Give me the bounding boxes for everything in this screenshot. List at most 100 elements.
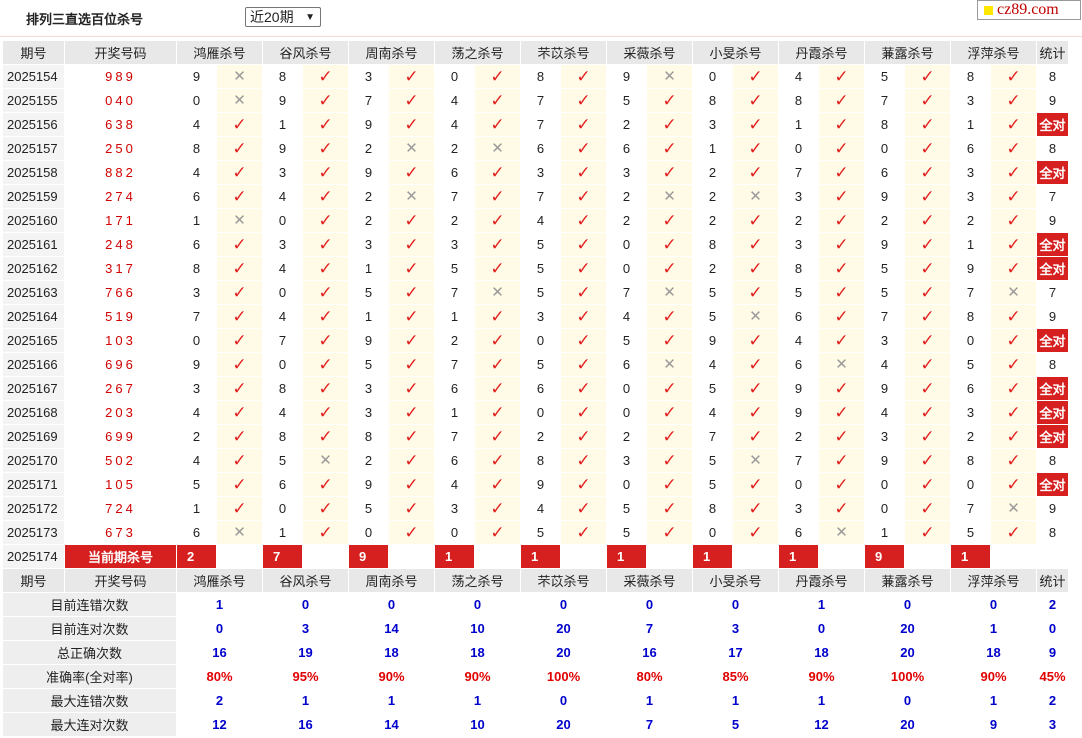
kill-number: 9 (348, 472, 389, 497)
result-mark: ✓ (990, 424, 1037, 449)
issue-number: 2025165 (2, 328, 65, 353)
result-mark: ✓ (474, 112, 521, 137)
result-mark: ✓ (560, 112, 607, 137)
check-icon: ✓ (232, 379, 247, 398)
kill-number: 0 (606, 400, 647, 425)
check-icon: ✓ (748, 115, 763, 134)
col-header-expert[interactable]: 浮萍杀号 (950, 40, 1037, 65)
check-icon: ✓ (748, 331, 763, 350)
summary-value: 0 (950, 592, 1037, 617)
kill-number: 2 (778, 208, 819, 233)
col-header-expert[interactable]: 芣苡杀号 (520, 568, 607, 593)
issue-number: 2025154 (2, 64, 65, 89)
col-header-expert[interactable]: 采薇杀号 (606, 568, 693, 593)
kill-number: 1 (434, 304, 475, 329)
draw-number: 699 (64, 424, 177, 449)
col-header-expert[interactable]: 丹霞杀号 (778, 40, 865, 65)
kill-number: 2 (692, 160, 733, 185)
logo-text: cz89.com (997, 1, 1059, 18)
check-icon: ✓ (662, 91, 677, 110)
check-icon: ✓ (920, 67, 935, 86)
summary-value: 90% (348, 664, 435, 689)
issue-number: 2025170 (2, 448, 65, 473)
draw-number: 696 (64, 352, 177, 377)
check-icon: ✓ (920, 451, 935, 470)
check-icon: ✓ (748, 355, 763, 374)
result-mark: ✓ (904, 184, 951, 209)
result-mark: ✓ (388, 352, 435, 377)
check-icon: ✓ (490, 475, 505, 494)
col-header-expert[interactable]: 蒹露杀号 (864, 568, 951, 593)
kill-number: 2 (348, 448, 389, 473)
kill-number: 0 (348, 520, 389, 545)
kill-number: 0 (950, 328, 991, 353)
col-header-expert[interactable]: 小旻杀号 (692, 40, 779, 65)
check-icon: ✓ (920, 139, 935, 158)
col-header-expert[interactable]: 芣苡杀号 (520, 40, 607, 65)
result-mark: ✓ (560, 376, 607, 401)
col-header-stat: 统计 (1036, 40, 1069, 65)
kill-number: 8 (262, 376, 303, 401)
result-mark: ✓ (732, 64, 779, 89)
kill-number: 3 (778, 232, 819, 257)
kill-number: 3 (176, 280, 217, 305)
result-mark: ✓ (646, 472, 693, 497)
kill-number: 4 (262, 256, 303, 281)
current-blank (818, 544, 865, 569)
chevron-down-icon: ▼ (305, 12, 315, 23)
cross-icon: ✕ (749, 452, 762, 469)
col-header-expert[interactable]: 采薇杀号 (606, 40, 693, 65)
period-select[interactable]: 近20期 ▼ (245, 7, 321, 27)
row-stat: 9 (1036, 304, 1069, 329)
result-mark: ✓ (474, 304, 521, 329)
check-icon: ✓ (404, 475, 419, 494)
check-icon: ✓ (490, 427, 505, 446)
col-header-expert[interactable]: 荡之杀号 (434, 568, 521, 593)
summary-value: 14 (348, 712, 435, 737)
col-header-expert[interactable]: 小旻杀号 (692, 568, 779, 593)
result-mark: ✓ (904, 280, 951, 305)
check-icon: ✓ (404, 115, 419, 134)
col-header-expert[interactable]: 鸿雁杀号 (176, 568, 263, 593)
check-icon: ✓ (318, 187, 333, 206)
draw-number: 171 (64, 208, 177, 233)
result-mark: ✓ (474, 184, 521, 209)
kill-number: 5 (692, 448, 733, 473)
col-header-expert[interactable]: 周南杀号 (348, 40, 435, 65)
result-mark: ✓ (216, 352, 263, 377)
col-header-expert[interactable]: 浮萍杀号 (950, 568, 1037, 593)
col-header-expert[interactable]: 丹霞杀号 (778, 568, 865, 593)
kill-number: 3 (520, 304, 561, 329)
check-icon: ✓ (662, 163, 677, 182)
col-header-expert[interactable]: 荡之杀号 (434, 40, 521, 65)
check-icon: ✓ (576, 379, 591, 398)
site-logo[interactable]: cz89.com (977, 0, 1081, 20)
check-icon: ✓ (576, 355, 591, 374)
col-header-expert[interactable]: 蒹露杀号 (864, 40, 951, 65)
col-header-expert[interactable]: 鸿雁杀号 (176, 40, 263, 65)
kill-number: 6 (864, 160, 905, 185)
col-header-expert[interactable]: 谷风杀号 (262, 568, 349, 593)
check-icon: ✓ (576, 235, 591, 254)
result-mark: ✓ (560, 328, 607, 353)
kill-number: 5 (520, 280, 561, 305)
result-mark: ✓ (474, 376, 521, 401)
kill-number: 4 (692, 400, 733, 425)
cross-icon: ✕ (835, 524, 848, 541)
check-icon: ✓ (662, 211, 677, 230)
kill-number: 8 (950, 64, 991, 89)
kill-number: 2 (606, 424, 647, 449)
col-header-expert[interactable]: 谷风杀号 (262, 40, 349, 65)
current-kill-number: 1 (520, 544, 561, 569)
col-header-expert[interactable]: 周南杀号 (348, 568, 435, 593)
check-icon: ✓ (232, 451, 247, 470)
summary-value: 0 (864, 592, 951, 617)
current-issue-number: 2025174 (2, 544, 65, 569)
summary-row: 目前连错次数 1 0 0 0 0 0 0 1 0 0 2 (2, 592, 1069, 617)
check-icon: ✓ (834, 187, 849, 206)
result-mark: ✓ (818, 448, 865, 473)
kill-number: 5 (348, 496, 389, 521)
draw-number: 105 (64, 472, 177, 497)
result-mark: ✓ (474, 160, 521, 185)
kill-number: 3 (434, 496, 475, 521)
